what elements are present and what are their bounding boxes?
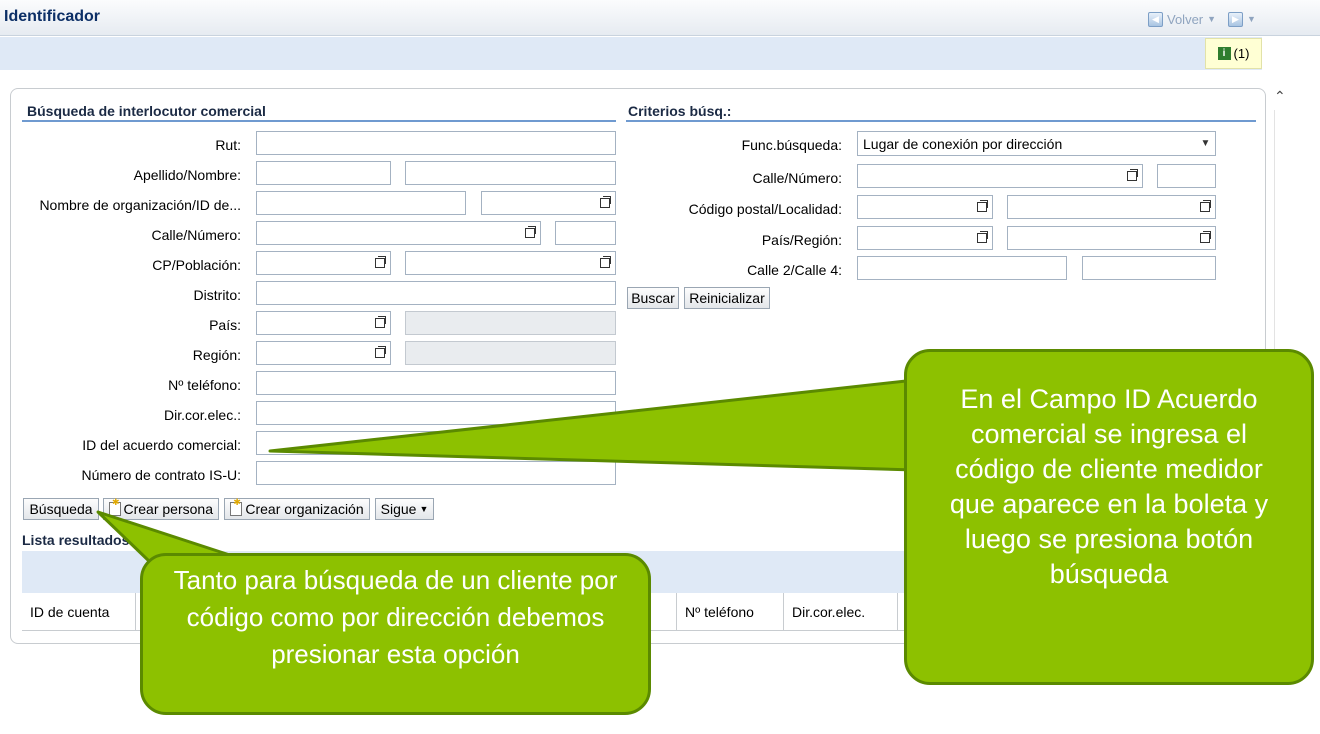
callout-bottom: Tanto para búsqueda de un cliente por có… xyxy=(140,553,651,715)
callout-right-text: En el Campo ID Acuerdo comercial se ingr… xyxy=(949,384,1269,589)
right-callout-pointer xyxy=(268,378,917,472)
callout-bottom-text: Tanto para búsqueda de un cliente por có… xyxy=(173,565,618,669)
callout-right: En el Campo ID Acuerdo comercial se ingr… xyxy=(904,349,1314,685)
